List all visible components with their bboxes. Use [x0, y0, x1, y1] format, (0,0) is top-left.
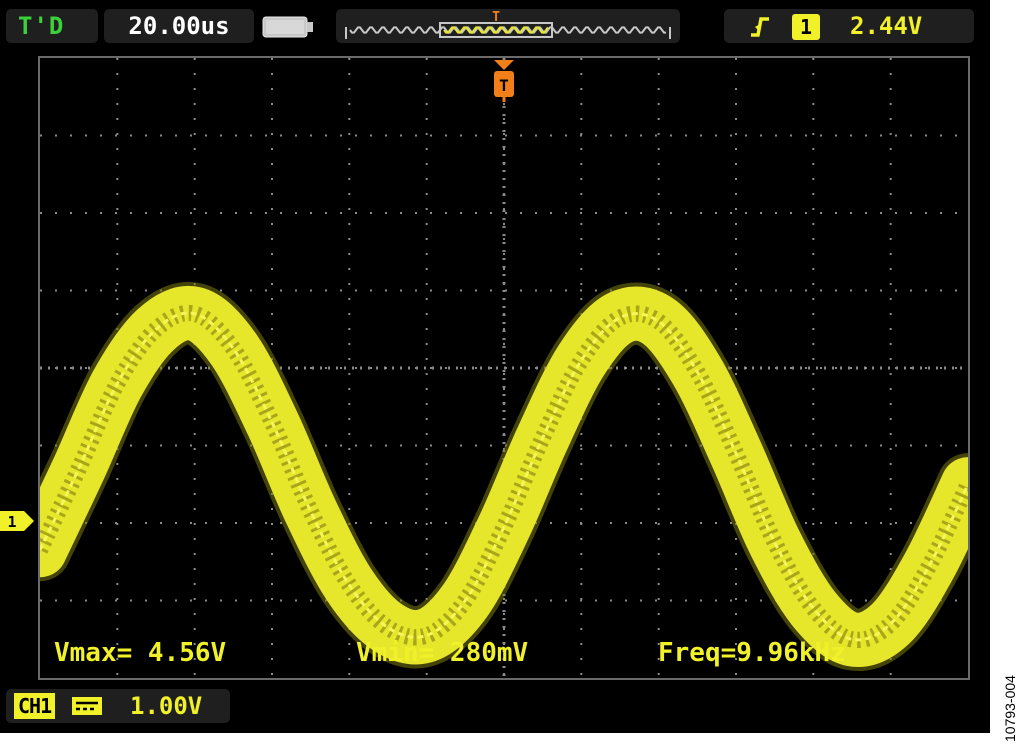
trigger-position-label: T	[499, 76, 509, 95]
vmin-measurement: Vmin= 280mV	[356, 638, 529, 668]
run-status-text: T'D	[18, 12, 65, 40]
waveform-plot: T	[40, 58, 968, 678]
frequency-measurement: Freq=9.96kHz	[658, 638, 846, 668]
figure-id: 10793-004	[1002, 675, 1018, 742]
channel-label: CH1	[14, 693, 56, 719]
rising-edge-icon	[751, 17, 769, 37]
waveform-screen: T	[38, 56, 970, 680]
trigger-level-value: 2.44V	[850, 12, 923, 40]
vmax-measurement: Vmax= 4.56V	[54, 638, 227, 668]
memory-trigger-icon: T	[492, 10, 500, 25]
timebase-readout[interactable]: 20.00us	[104, 9, 254, 43]
channel-marker-label: 1	[7, 513, 16, 531]
memory-waveform-icon: T	[345, 10, 671, 39]
timebase-value: 20.00us	[128, 12, 230, 40]
trigger-position-arrow	[494, 60, 514, 70]
memory-position-bar[interactable]: T	[336, 9, 680, 43]
channel-ground-marker[interactable]: 1	[0, 509, 34, 533]
trigger-source-badge: 1	[792, 14, 820, 40]
run-status-indicator[interactable]: T'D	[6, 9, 98, 43]
dc-coupling-icon	[72, 697, 102, 715]
oscilloscope-display: T'D 20.00us T 1 2.44V T 1 Vmax= 4.56V Vm…	[0, 0, 990, 733]
battery-icon	[262, 16, 313, 38]
channel-scale-value: 1.00V	[130, 692, 203, 720]
